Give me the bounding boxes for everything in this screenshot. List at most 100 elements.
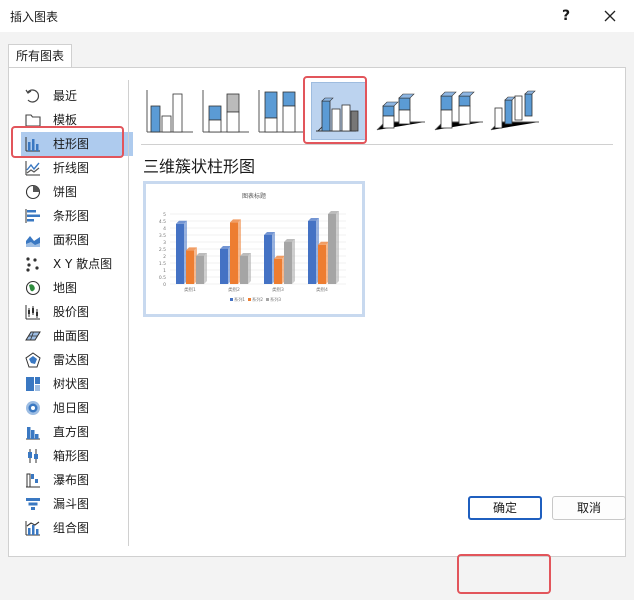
preview-y-tick: 0.5 <box>159 275 166 281</box>
preview-bar <box>240 256 248 284</box>
sidebar-item-line[interactable]: 折线图 <box>21 156 133 180</box>
preview-y-tick: 2.5 <box>159 247 166 253</box>
dialog-title: 插入图表 <box>10 10 59 24</box>
sidebar-item-label: 最近 <box>53 89 78 103</box>
preview-bar <box>196 256 204 284</box>
histogram-chart-icon <box>26 427 40 440</box>
preview-bar-side <box>336 211 339 284</box>
sidebar-item-histogram[interactable]: 直方图 <box>21 420 133 444</box>
preview-y-tick: 5 <box>163 212 166 218</box>
sidebar-item-box-whisker[interactable]: 箱形图 <box>21 444 133 468</box>
preview-bar-side <box>204 253 207 284</box>
sidebar-item-label: X Y 散点图 <box>53 257 113 271</box>
preview-bar <box>284 242 292 284</box>
clustered-column-icon <box>146 90 193 133</box>
selected-type-title: 三维簇状柱形图 <box>143 157 256 176</box>
cancel-button[interactable]: 取消 <box>552 496 626 520</box>
preview-y-tick: 1.5 <box>159 261 166 267</box>
sidebar-item-label: 组合图 <box>53 521 90 535</box>
preview-x-tick: 类别1 <box>184 286 196 293</box>
map-chart-icon <box>25 280 41 296</box>
tab-all-charts[interactable]: 所有图表 <box>8 44 72 68</box>
preview-area <box>143 317 365 547</box>
sidebar-item-label: 股价图 <box>53 305 90 319</box>
3d-stacked-column-icon <box>376 93 425 131</box>
sidebar-item-label: 模板 <box>53 113 78 127</box>
sidebar-item-map[interactable]: 地图 <box>21 276 133 300</box>
sidebar-item-label: 箱形图 <box>53 449 90 463</box>
preview-bar <box>186 250 194 284</box>
sidebar-item-combo[interactable]: 组合图 <box>21 516 133 540</box>
preview-legend-swatch <box>248 298 251 301</box>
3d-clustered-column-icon <box>316 97 359 132</box>
preview-y-tick: 4.5 <box>159 219 166 225</box>
stacked-column-icon <box>202 90 249 133</box>
sidebar-item-pie[interactable]: 饼图 <box>21 180 133 204</box>
sidebar-item-radar[interactable]: 雷达图 <box>21 348 133 372</box>
funnel-chart-icon <box>26 498 40 510</box>
100-stacked-column-icon <box>258 90 305 133</box>
column-chart-icon <box>25 137 40 152</box>
preview-legend-swatch <box>230 298 233 301</box>
chart-preview[interactable]: 图表标题 0 0.5 1 1.5 2 2.5 3 3.5 4 4.5 5 类别1 类别2 类别3 类别4 系列1… <box>143 181 365 317</box>
sidebar-item-waterfall[interactable]: 瀑布图 <box>21 468 133 492</box>
preview-legend-swatch <box>266 298 269 301</box>
3d-100-stacked-column-icon <box>434 91 483 131</box>
waterfall-chart-icon <box>26 473 40 488</box>
folder-icon <box>25 114 41 127</box>
preview-y-tick: 4 <box>163 226 166 232</box>
sidebar-item-treemap[interactable]: 树状图 <box>21 372 133 396</box>
subtype-3d-column[interactable] <box>487 82 543 140</box>
preview-y-tick: 0 <box>163 282 166 288</box>
sidebar-item-label: 柱形图 <box>53 137 90 151</box>
subtype-stacked-column[interactable] <box>199 82 255 140</box>
preview-y-tick: 2 <box>163 254 166 260</box>
sidebar-divider <box>128 80 129 546</box>
preview-bar <box>230 222 238 284</box>
subtype-clustered-column[interactable] <box>143 82 199 140</box>
area-chart-icon <box>26 236 40 247</box>
sidebar-item-label: 地图 <box>53 281 78 295</box>
preview-bar-side <box>248 253 251 284</box>
surface-chart-icon <box>25 331 41 341</box>
pie-chart-icon <box>25 184 41 200</box>
sidebar-item-column[interactable]: 柱形图 <box>21 132 133 156</box>
subtype-100-stacked-column[interactable] <box>255 82 311 140</box>
sidebar-item-area[interactable]: 面积图 <box>21 228 133 252</box>
sidebar-item-sunburst[interactable]: 旭日图 <box>21 396 133 420</box>
radar-chart-icon <box>25 352 41 368</box>
preview-chart-title: 图表标题 <box>242 192 266 200</box>
sidebar-item-stock[interactable]: 股价图 <box>21 300 133 324</box>
preview-x-tick: 类别3 <box>272 286 284 293</box>
sidebar-item-label: 面积图 <box>53 233 90 247</box>
sidebar-item-templates[interactable]: 模板 <box>21 108 133 132</box>
sidebar-item-scatter[interactable]: X Y 散点图 <box>21 252 133 276</box>
sidebar-item-surface[interactable]: 曲面图 <box>21 324 133 348</box>
combo-chart-icon <box>25 521 40 536</box>
help-button[interactable]: ? <box>552 2 580 30</box>
sidebar-item-recent[interactable]: 最近 <box>21 84 133 108</box>
sidebar-item-label: 条形图 <box>53 209 90 223</box>
close-icon <box>604 10 616 22</box>
preview-bar <box>308 221 316 284</box>
subtype-3d-100-stacked-column[interactable] <box>431 82 487 140</box>
ok-button[interactable]: 确定 <box>468 496 542 520</box>
sidebar-item-label: 旭日图 <box>53 401 90 415</box>
preview-y-tick: 3.5 <box>159 233 166 239</box>
preview-x-tick: 类别4 <box>316 286 328 293</box>
subtype-3d-stacked-column[interactable] <box>373 82 429 140</box>
preview-bar <box>264 235 272 284</box>
close-button[interactable] <box>596 2 624 30</box>
sidebar-item-label: 树状图 <box>53 377 90 391</box>
preview-legend-label: 系列3 <box>270 296 281 303</box>
sidebar-item-funnel[interactable]: 漏斗图 <box>21 492 133 516</box>
subtype-3d-clustered-column[interactable] <box>311 82 367 140</box>
sidebar-item-label: 雷达图 <box>53 353 90 367</box>
preview-bar <box>220 249 228 284</box>
sidebar-item-bar[interactable]: 条形图 <box>21 204 133 228</box>
preview-bar <box>176 223 184 284</box>
sidebar-item-label: 瀑布图 <box>53 473 90 487</box>
sunburst-chart-icon <box>26 401 40 415</box>
highlight-ok-button <box>457 554 551 594</box>
scatter-chart-icon <box>26 257 39 272</box>
